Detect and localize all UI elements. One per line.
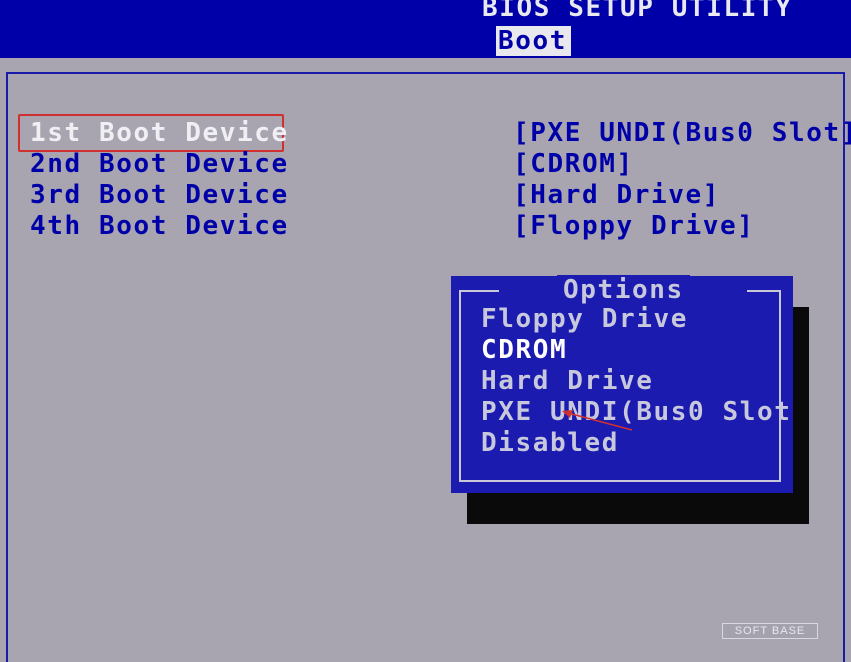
tab-boot[interactable]: Boot (496, 26, 572, 56)
options-frame-topline-right (747, 290, 781, 292)
boot-device-label-4[interactable]: 4th Boot Device (30, 211, 289, 242)
boot-device-value-3[interactable]: [Hard Drive] (513, 180, 720, 211)
options-frame-topline-left (459, 290, 499, 292)
watermark-logo: SOFT BASE (722, 623, 818, 639)
boot-device-value-1[interactable]: [PXE UNDI(Bus0 Slot] (513, 118, 851, 149)
options-popup: Options Floppy Drive CDROM Hard Drive PX… (451, 275, 793, 493)
header-bar: BIOS SETUP UTILITY Boot (0, 0, 851, 58)
option-cdrom[interactable]: CDROM (481, 335, 567, 366)
boot-settings-panel: 1st Boot Device 2nd Boot Device 3rd Boot… (0, 58, 851, 662)
boot-device-value-2[interactable]: [CDROM] (513, 149, 634, 180)
boot-device-label-3[interactable]: 3rd Boot Device (30, 180, 289, 211)
option-floppy-drive[interactable]: Floppy Drive (481, 304, 688, 335)
boot-device-label-2[interactable]: 2nd Boot Device (30, 149, 289, 180)
boot-device-value-4[interactable]: [Floppy Drive] (513, 211, 755, 242)
boot-device-label-1[interactable]: 1st Boot Device (30, 118, 289, 149)
app-title: BIOS SETUP UTILITY (482, 0, 793, 23)
annotation-arrow-icon (562, 410, 633, 431)
option-hard-drive[interactable]: Hard Drive (481, 366, 654, 397)
options-title: Options (557, 275, 690, 306)
